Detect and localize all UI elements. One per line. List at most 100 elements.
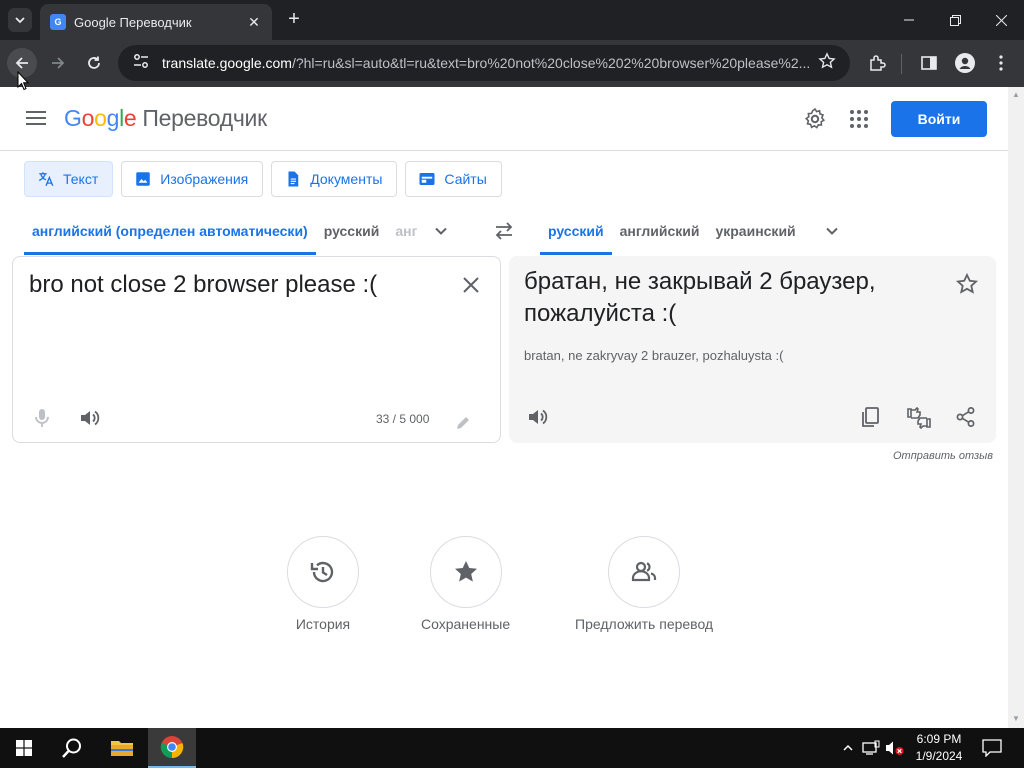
target-language-bar: русский английский украинский <box>540 207 852 255</box>
saved-action[interactable]: Сохраненные <box>421 536 510 632</box>
reload-button[interactable] <box>79 48 109 78</box>
taskbar-search-button[interactable] <box>48 728 96 768</box>
tab-search-button[interactable] <box>8 8 32 32</box>
rate-translation-icon[interactable] <box>906 406 931 430</box>
logo-letter: o <box>81 105 95 131</box>
show-hidden-icons-chevron-icon[interactable] <box>838 738 858 758</box>
browser-tab-active[interactable]: G Google Переводчик ✕ <box>40 4 272 40</box>
settings-gear-icon[interactable] <box>803 107 827 131</box>
browser-toolbar: translate.google.com/?hl=ru&sl=auto&tl=r… <box>0 40 1024 87</box>
history-button[interactable] <box>287 536 359 608</box>
website-icon <box>419 173 435 185</box>
scroll-down-arrow-icon[interactable]: ▼ <box>1012 715 1020 723</box>
taskbar-clock[interactable]: 6:09 PM 1/9/2024 <box>908 731 970 765</box>
copy-translation-icon[interactable] <box>859 406 881 428</box>
translate-header: Google Переводчик Войти <box>0 87 1008 151</box>
file-explorer-button[interactable] <box>98 728 146 768</box>
source-text-input[interactable]: bro not close 2 browser please :( <box>29 271 377 299</box>
restore-icon <box>949 14 961 26</box>
target-lang-english[interactable]: английский <box>612 207 708 255</box>
tab-title: Google Переводчик <box>74 14 192 30</box>
source-lang-detected[interactable]: английский (определен автоматически) <box>24 207 316 255</box>
target-lang-russian[interactable]: русский <box>540 207 612 255</box>
chevron-down-icon <box>825 227 838 235</box>
character-count: 33 / 5 000 <box>376 412 430 426</box>
tab-close-icon[interactable]: ✕ <box>246 14 262 30</box>
bookmark-star-icon[interactable] <box>818 51 838 75</box>
logo-letter: o <box>94 105 107 131</box>
sign-in-button[interactable]: Войти <box>891 101 987 137</box>
close-icon <box>995 14 1007 26</box>
translate-page: Google Переводчик Войти Текст Изображения… <box>0 87 1008 728</box>
logo-letter: e <box>123 105 137 131</box>
share-translation-icon[interactable] <box>955 406 977 428</box>
mouse-cursor-icon <box>17 71 29 91</box>
url-path: /?hl=ru&sl=auto&tl=ru&text=bro%20not%20c… <box>291 55 810 71</box>
tab-text[interactable]: Текст <box>24 161 114 197</box>
new-tab-button[interactable]: + <box>282 8 306 32</box>
main-menu-icon[interactable] <box>24 107 48 131</box>
logo-letter: G <box>64 105 82 131</box>
chrome-taskbar-button[interactable] <box>148 728 196 768</box>
window-minimize-button[interactable] <box>886 0 932 40</box>
address-bar[interactable]: translate.google.com/?hl=ru&sl=auto&tl=r… <box>118 45 850 81</box>
tab-documents[interactable]: Документы <box>271 161 398 197</box>
tab-text-label: Текст <box>63 171 99 187</box>
history-label: История <box>295 616 351 632</box>
browser-titlebar: G Google Переводчик ✕ + <box>0 0 1024 40</box>
side-panel-icon[interactable] <box>918 52 940 74</box>
document-icon <box>288 171 299 187</box>
history-action[interactable]: История <box>287 536 359 632</box>
target-lang-ukrainian[interactable]: украинский <box>707 207 803 255</box>
handwriting-pen-icon[interactable] <box>454 414 472 432</box>
tab-images[interactable]: Изображения <box>121 161 264 197</box>
window-restore-button[interactable] <box>932 0 978 40</box>
translated-text: братан, не закрывай 2 браузер, пожалуйст… <box>524 268 876 327</box>
source-lang-more-button[interactable] <box>421 211 461 251</box>
url-text: translate.google.com/?hl=ru&sl=auto&tl=r… <box>162 55 810 71</box>
arrow-right-icon <box>52 57 65 69</box>
reload-icon <box>88 56 100 69</box>
browser-menu-icon[interactable] <box>990 52 1012 74</box>
send-feedback-link[interactable]: Отправить отзыв <box>893 450 993 462</box>
start-button[interactable] <box>0 728 48 768</box>
swap-languages-button[interactable] <box>489 216 519 246</box>
tab-websites[interactable]: Сайты <box>405 161 502 197</box>
forward-button[interactable] <box>43 48 73 78</box>
windows-taskbar: 6:09 PM 1/9/2024 <box>0 728 1024 768</box>
extensions-icon[interactable] <box>866 52 888 74</box>
url-host: translate.google.com <box>162 55 292 71</box>
tab-images-label: Изображения <box>160 171 249 187</box>
window-close-button[interactable] <box>978 0 1024 40</box>
volume-muted-icon[interactable] <box>885 738 905 758</box>
saved-button[interactable] <box>429 536 502 608</box>
source-lang-russian[interactable]: русский <box>316 207 388 255</box>
translation-listen-speaker-icon[interactable] <box>526 406 548 428</box>
translation-output-panel: братан, не закрывай 2 браузер, пожалуйст… <box>509 256 996 443</box>
network-icon[interactable] <box>861 738 881 758</box>
source-listen-speaker-icon[interactable] <box>78 407 100 429</box>
contribute-button[interactable] <box>608 536 681 608</box>
logo-letter: g <box>106 105 120 131</box>
tab-websites-label: Сайты <box>444 171 487 187</box>
target-lang-more-button[interactable] <box>812 211 852 251</box>
profile-avatar-icon[interactable] <box>954 52 976 74</box>
google-translate-logo[interactable]: Google Переводчик <box>64 105 267 132</box>
contribute-action[interactable]: Предложить перевод <box>575 536 713 632</box>
folder-icon <box>111 741 133 756</box>
save-translation-star-icon[interactable] <box>955 272 979 296</box>
clear-text-icon[interactable] <box>459 273 483 297</box>
page-scrollbar[interactable]: ▲ ▼ <box>1008 87 1024 728</box>
mode-tabs: Текст Изображения Документы Сайты <box>24 161 502 197</box>
history-icon <box>310 561 334 583</box>
notifications-icon[interactable] <box>981 738 1003 758</box>
scroll-up-arrow-icon[interactable]: ▲ <box>1012 91 1020 99</box>
clock-time: 6:09 PM <box>916 732 962 746</box>
site-settings-icon[interactable] <box>132 52 152 75</box>
google-apps-grid-icon[interactable] <box>847 107 871 131</box>
chevron-down-icon <box>435 227 448 235</box>
microphone-icon[interactable] <box>31 407 53 429</box>
source-language-bar: английский (определен автоматически) рус… <box>24 207 461 255</box>
source-lang-english-truncated[interactable]: анг <box>387 207 417 255</box>
star-icon <box>454 561 477 582</box>
